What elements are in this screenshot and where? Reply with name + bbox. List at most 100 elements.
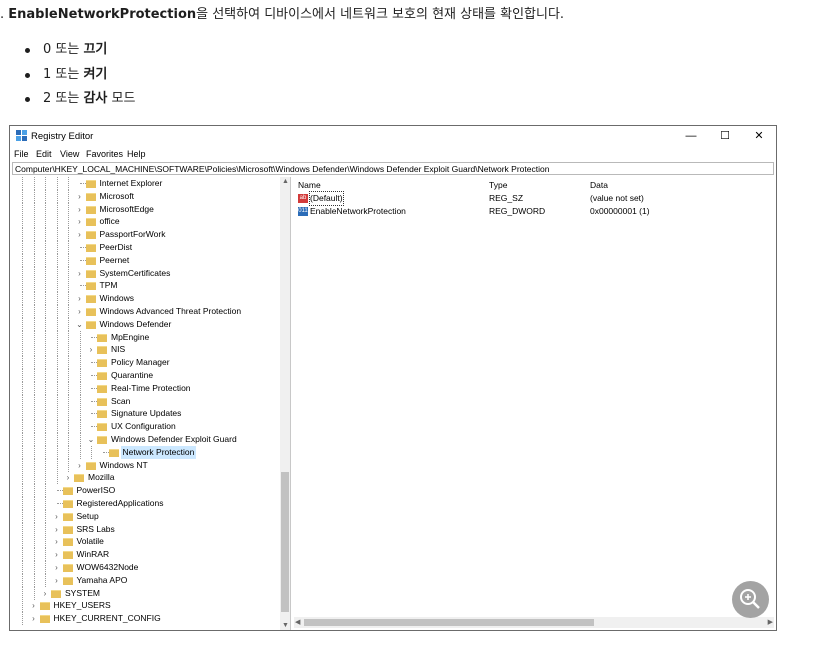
tree-item[interactable]: Peernet	[12, 253, 280, 267]
tree-item-label: NIS	[111, 344, 126, 355]
folder-icon	[85, 320, 96, 329]
minimize-button[interactable]: —	[674, 126, 708, 146]
menu-file[interactable]: File	[14, 149, 29, 159]
tree-item[interactable]: › PassportForWork	[12, 228, 280, 242]
tree-item[interactable]: › SystemCertificates	[12, 266, 280, 280]
title-bar[interactable]: Registry Editor — ☐ ✕	[10, 126, 776, 146]
menu-view[interactable]: View	[60, 149, 79, 159]
values-hscrollbar[interactable]: ◀ ▶	[294, 617, 774, 628]
tree-item[interactable]: › WOW6432Node	[12, 561, 280, 574]
expand-chevron-icon[interactable]: ›	[76, 292, 84, 305]
expand-chevron-icon[interactable]: ›	[76, 459, 84, 472]
tree-item[interactable]: › Microsoft	[12, 189, 280, 203]
tree-item[interactable]: › HKEY_USERS	[12, 599, 280, 613]
menu-favorites[interactable]: Favorites	[86, 149, 123, 159]
tree-item[interactable]: RegisteredApplications	[12, 497, 280, 510]
expand-chevron-icon[interactable]: ›	[41, 587, 49, 600]
folder-icon	[85, 231, 96, 240]
expand-chevron-icon[interactable]: ›	[76, 228, 84, 241]
tree-item[interactable]: ⌄ Windows Defender Exploit Guard	[12, 433, 280, 446]
tree-item[interactable]: ⌄ Windows Defender	[12, 317, 280, 331]
tree-item[interactable]: PeerDist	[12, 241, 280, 254]
tree-item[interactable]: › WinRAR	[12, 548, 280, 562]
menu-edit[interactable]: Edit	[36, 149, 52, 159]
expand-chevron-icon[interactable]: ›	[76, 267, 84, 280]
expand-chevron-icon[interactable]: ›	[64, 471, 72, 484]
tree-item[interactable]: › Windows	[12, 292, 280, 306]
tree-item[interactable]: MpEngine	[12, 330, 280, 344]
column-type[interactable]: Type	[489, 180, 507, 190]
tree-item-label: Yamaha APO	[76, 574, 128, 585]
expand-chevron-icon[interactable]: ›	[30, 612, 38, 625]
expand-chevron-icon[interactable]: ›	[53, 574, 61, 587]
folder-icon	[62, 564, 73, 572]
tree-item[interactable]: Quarantine	[12, 369, 280, 382]
tree-item[interactable]: › Yamaha APO	[12, 573, 280, 587]
scroll-right-icon[interactable]: ▶	[768, 618, 773, 626]
address-bar[interactable]: Computer\HKEY_LOCAL_MACHINE\SOFTWARE\Pol…	[12, 162, 774, 175]
tree-item[interactable]: › SRS Labs	[12, 522, 280, 536]
zoom-in-button[interactable]	[732, 581, 769, 618]
expand-chevron-icon[interactable]: ›	[87, 343, 95, 356]
option-1: 1 또는 켜기	[25, 63, 135, 88]
tree-item[interactable]: › Setup	[12, 509, 280, 523]
value-row[interactable]: 011 EnableNetworkProtection REG_DWORD 0x…	[296, 205, 766, 218]
scroll-left-icon[interactable]: ◀	[295, 618, 300, 626]
expand-chevron-icon[interactable]: ›	[53, 510, 61, 523]
folder-icon	[62, 512, 73, 521]
tree-item[interactable]: › SYSTEM	[12, 586, 280, 600]
scroll-up-icon[interactable]: ▲	[282, 178, 289, 185]
tree-item[interactable]: Internet Explorer	[12, 177, 280, 190]
tree-item-label: SystemCertificates	[99, 267, 171, 278]
expand-chevron-icon[interactable]: ›	[53, 535, 61, 548]
expand-chevron-icon[interactable]: ›	[30, 599, 38, 612]
tree-item[interactable]: › Windows NT	[12, 458, 280, 472]
collapse-chevron-icon[interactable]: ⌄	[76, 318, 84, 331]
scroll-down-icon[interactable]: ▼	[282, 622, 289, 629]
tree-item[interactable]: Scan	[12, 394, 280, 408]
folder-icon	[85, 180, 96, 188]
tree-item[interactable]: › Mozilla	[12, 471, 280, 485]
tree-item[interactable]: Policy Manager	[12, 356, 280, 370]
tree-scrollbar[interactable]: ▲ ▼	[280, 177, 290, 630]
value-row[interactable]: ab (Default) REG_SZ (value not set)	[296, 191, 766, 206]
expand-chevron-icon[interactable]: ›	[76, 215, 84, 228]
tree-scroll-thumb[interactable]	[281, 472, 289, 612]
tree-item[interactable]: Signature Updates	[12, 407, 280, 421]
values-scroll-thumb[interactable]	[304, 619, 594, 626]
expand-chevron-icon[interactable]: ›	[53, 523, 61, 536]
expand-chevron-icon[interactable]: ›	[76, 190, 84, 203]
tree-item[interactable]: › Windows Advanced Threat Protection	[12, 305, 280, 318]
tree-item[interactable]: › MicrosoftEdge	[12, 202, 280, 216]
tree-item[interactable]: PowerISO	[12, 484, 280, 498]
collapse-chevron-icon[interactable]: ⌄	[87, 433, 95, 446]
expand-chevron-icon[interactable]: ›	[53, 548, 61, 561]
menu-help[interactable]: Help	[127, 149, 146, 159]
zoom-in-icon	[740, 589, 760, 609]
folder-icon	[62, 487, 73, 496]
tree-item[interactable]: › NIS	[12, 343, 280, 357]
tree-item-label: Windows Advanced Threat Protection	[99, 306, 242, 316]
maximize-button[interactable]: ☐	[708, 126, 742, 146]
tree-item[interactable]: Network Protection	[12, 445, 280, 459]
expand-chevron-icon[interactable]: ›	[76, 203, 84, 216]
expand-chevron-icon[interactable]: ›	[76, 305, 84, 318]
close-button[interactable]: ✕	[742, 126, 776, 146]
tree-item-label: Windows Defender	[99, 318, 172, 329]
tree-item[interactable]: › Volatile	[12, 535, 280, 549]
tree-item[interactable]: › HKEY_CURRENT_CONFIG	[12, 612, 280, 626]
tree-item[interactable]: › office	[12, 215, 280, 229]
tree-item[interactable]: Real-Time Protection	[12, 381, 280, 395]
tree-item-label: Internet Explorer	[99, 178, 163, 188]
tree-item-label: PassportForWork	[99, 229, 166, 240]
folder-icon	[62, 500, 73, 508]
column-name[interactable]: Name	[298, 180, 321, 190]
folder-icon	[62, 551, 73, 560]
expand-chevron-icon[interactable]: ›	[53, 561, 61, 574]
tree-item[interactable]: UX Configuration	[12, 420, 280, 434]
tree-item-label: Real-Time Protection	[111, 382, 191, 393]
tree-item[interactable]: TPM	[12, 279, 280, 293]
option-0: 0 또는 끄기	[25, 38, 135, 63]
column-data[interactable]: Data	[590, 180, 608, 190]
tree-item-label: WinRAR	[76, 549, 110, 560]
